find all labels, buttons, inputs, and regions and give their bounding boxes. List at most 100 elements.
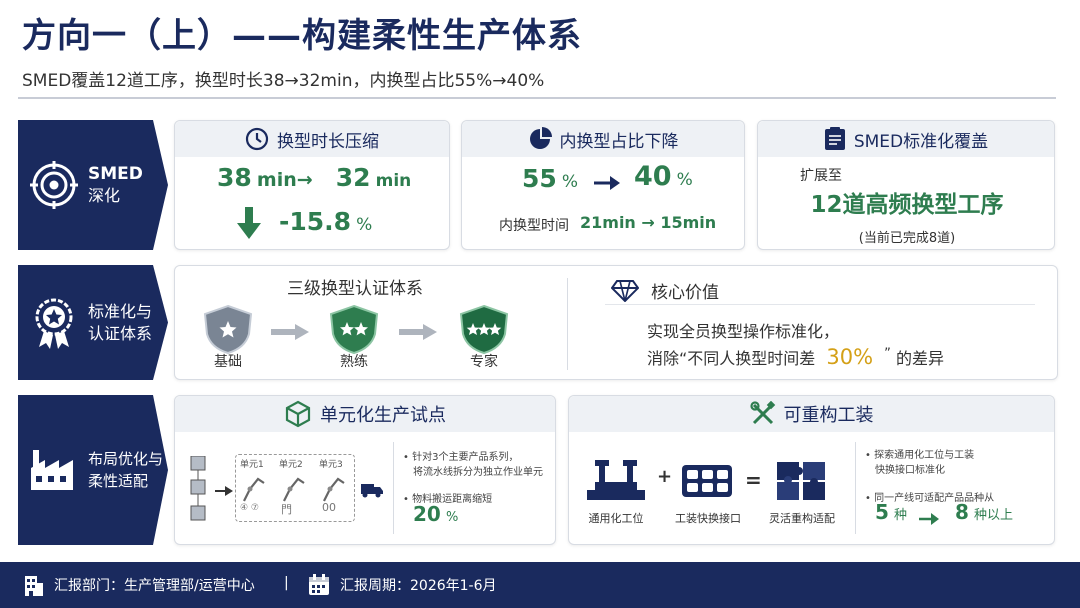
equals-sign: = bbox=[745, 468, 762, 492]
bullet1-line2: 快换接口标准化 bbox=[875, 465, 945, 476]
wrench-screwdriver-icon bbox=[749, 401, 775, 425]
level-arrow-icon bbox=[399, 324, 437, 344]
footer-dept: 汇报部门：生产管理部/运营中心 bbox=[54, 578, 255, 594]
vertical-divider bbox=[393, 442, 394, 534]
to-value: 8 bbox=[955, 500, 969, 524]
coverage-note: (当前已完成8道) bbox=[858, 231, 956, 246]
cube-icon bbox=[285, 400, 311, 428]
row-label-line2: 柔性适配 bbox=[88, 472, 149, 490]
reconfigurable-tooling-panel: 可重构工装 通用化工位 + 工装快换接口 = 灵活重构适配 • 探索通用化工位与… bbox=[568, 395, 1055, 545]
item-label: 通用化工位 bbox=[588, 512, 644, 525]
shield-basic-icon bbox=[201, 304, 255, 358]
item-label: 工装快换接口 bbox=[675, 512, 741, 525]
from-unit: % bbox=[561, 172, 579, 192]
coverage-headline: 12道高频换型工序 bbox=[810, 192, 1004, 218]
checklist-icon bbox=[824, 127, 845, 150]
value-quote: ” bbox=[884, 346, 891, 362]
panel-title: 单元化生产试点 bbox=[320, 405, 446, 426]
level-label-basic: 基础 bbox=[214, 354, 242, 370]
card-title: 换型时长压缩 bbox=[277, 131, 379, 152]
value-highlight: 30% bbox=[826, 345, 874, 369]
from-value: 55 bbox=[522, 164, 557, 193]
item-label: 灵活重构适配 bbox=[769, 512, 835, 525]
detail-label: 内换型时间 bbox=[499, 218, 569, 234]
row-label-certification: 标准化与 认证体系 bbox=[18, 265, 168, 380]
bullet2-value: 20 bbox=[413, 502, 441, 526]
row-label-line2: 深化 bbox=[88, 186, 121, 205]
calendar-icon bbox=[308, 574, 330, 600]
to-value: 32 bbox=[335, 163, 371, 192]
footer-bar: 汇报部门：生产管理部/运营中心 | 汇报周期：2026年1-6月 bbox=[0, 562, 1080, 608]
unit-label: 单元3 bbox=[319, 460, 343, 470]
card-changeover-time: 换型时长压缩 38 min→ 32 min -15.8 % bbox=[174, 120, 450, 250]
from-value: 5 bbox=[875, 500, 889, 524]
bullet1-line2: 将流水线拆分为独立作业单元 bbox=[413, 467, 543, 478]
quick-change-interface-icon bbox=[681, 464, 733, 502]
bullet2-unit: % bbox=[445, 510, 459, 525]
pie-chart-icon bbox=[529, 127, 552, 149]
unit-mark: 門 bbox=[281, 503, 292, 516]
truck-icon bbox=[361, 482, 383, 502]
cell-production-panel: 单元化生产试点 单元1 单元2 单元3 ④ ⑦ 門 00 • 针对3个主要产品系… bbox=[174, 395, 556, 545]
row-label-line1: SMED bbox=[88, 164, 143, 184]
clock-icon bbox=[245, 127, 269, 151]
value-underline bbox=[605, 304, 1035, 305]
right-arrow-icon bbox=[919, 510, 939, 529]
certification-card: 三级换型认证体系 基础 熟练 专家 核心价值 实现全员换型操作标准化， 消除“不… bbox=[174, 265, 1058, 380]
building-icon bbox=[24, 574, 44, 600]
detail-value: 21min → 15min bbox=[580, 213, 717, 232]
bullet1-line1: 针对3个主要产品系列， bbox=[412, 452, 519, 463]
to-unit: 种以上 bbox=[974, 508, 1014, 523]
header-divider bbox=[18, 97, 1056, 99]
plus-sign: + bbox=[657, 466, 673, 487]
change-unit: % bbox=[356, 215, 373, 235]
row-label-line1: 布局优化与 bbox=[88, 450, 164, 468]
card-title: 内换型占比下降 bbox=[559, 131, 679, 152]
card-title: SMED标准化覆盖 bbox=[853, 131, 989, 152]
bullet-dot: • bbox=[865, 450, 875, 461]
unit-mark: 00 bbox=[322, 501, 336, 514]
level-arrow-icon bbox=[271, 324, 309, 344]
factory-icon bbox=[28, 444, 80, 496]
to-unit: % bbox=[676, 170, 693, 190]
cell-units-frame: 单元1 单元2 单元3 ④ ⑦ 門 00 bbox=[235, 454, 355, 522]
value-line1: 实现全员换型操作标准化， bbox=[647, 322, 840, 341]
row-label-layout: 布局优化与 柔性适配 bbox=[18, 395, 168, 545]
value-line2-post: 的差异 bbox=[896, 349, 945, 368]
cert-title: 三级换型认证体系 bbox=[287, 279, 423, 299]
shield-skilled-icon bbox=[327, 304, 381, 358]
vertical-divider bbox=[567, 278, 568, 370]
panel-title: 可重构工装 bbox=[783, 405, 874, 426]
from-value: 38 bbox=[217, 163, 252, 192]
from-unit: min→ bbox=[256, 169, 313, 191]
shield-expert-icon bbox=[457, 304, 511, 358]
row-label-smed: SMED 深化 bbox=[18, 120, 168, 250]
puzzle-icon bbox=[775, 458, 829, 506]
workstation-icon bbox=[585, 460, 647, 506]
footer-separator: | bbox=[284, 575, 289, 591]
down-arrow-icon bbox=[237, 207, 261, 243]
vertical-divider bbox=[855, 442, 856, 534]
value-title: 核心价值 bbox=[651, 283, 719, 303]
footer-period: 汇报周期：2026年1-6月 bbox=[340, 578, 497, 594]
coverage-prefix: 扩展至 bbox=[800, 168, 842, 184]
bullet-dot: • bbox=[865, 493, 875, 504]
level-label-skilled: 熟练 bbox=[340, 354, 368, 370]
change-value: -15.8 bbox=[279, 207, 352, 236]
page-subtitle: SMED覆盖12道工序，换型时长38→32min，内换型占比55%→40% bbox=[22, 71, 545, 91]
row-label-line2: 认证体系 bbox=[88, 323, 153, 343]
card-smed-coverage: SMED标准化覆盖 扩展至 12道高频换型工序 (当前已完成8道) bbox=[757, 120, 1055, 250]
right-arrow-icon bbox=[215, 482, 233, 501]
robot-arm-icon bbox=[238, 471, 354, 507]
value-line2-pre: 消除“不同人换型时间差 bbox=[647, 349, 816, 368]
page-title: 方向一（上）——构建柔性生产体系 bbox=[22, 16, 582, 56]
card-internal-ratio: 内换型占比下降 55 % 40 % 内换型时间 21min → 15min bbox=[461, 120, 745, 250]
bullet-dot: • bbox=[403, 494, 413, 505]
from-unit: 种 bbox=[894, 508, 908, 523]
to-value: 40 bbox=[634, 161, 672, 192]
diamond-icon bbox=[611, 279, 639, 302]
award-badge-icon bbox=[28, 297, 80, 349]
bullet1-line1: 探索通用化工位与工装 bbox=[874, 450, 975, 461]
bullet-dot: • bbox=[403, 452, 413, 463]
level-label-expert: 专家 bbox=[470, 354, 498, 370]
